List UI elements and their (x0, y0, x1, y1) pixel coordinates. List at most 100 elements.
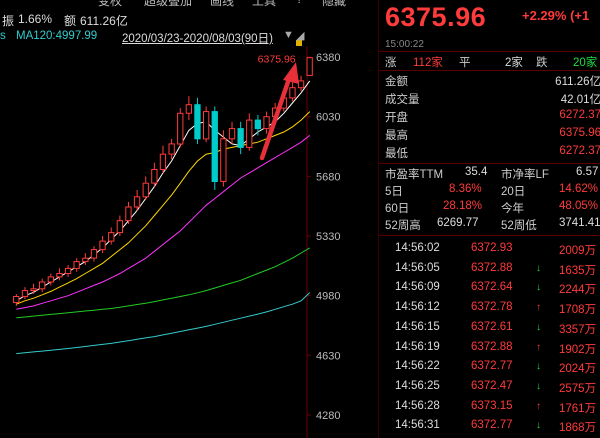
quote-row: 成交量 42.01亿 (379, 90, 600, 107)
up-arrow-icon: ↑ (536, 341, 541, 353)
amplitude-value: 1.66% (18, 12, 53, 26)
toolbar-btn-tools[interactable]: 工具 (252, 0, 276, 9)
trade-volume: 2009万 (559, 245, 597, 257)
toolbar-btn-adjust[interactable]: 变权 (98, 0, 122, 9)
d60-label: 60日 (385, 203, 410, 215)
up-arrow-icon: ↑ (536, 400, 541, 412)
up-arrow-icon: ↑ (536, 302, 541, 314)
toolbar-btn-draw[interactable]: 画线 (210, 0, 234, 9)
toolbar-btn-overlay[interactable]: 超级叠加 (144, 0, 192, 9)
candle-body (185, 104, 192, 114)
trade-time: 14:56:12 (395, 301, 440, 314)
trade-row: 14:56:09 6372.64 ↓ 2244万 (379, 279, 600, 297)
perf-row-2: 60日 28.18% 今年 48.05% (379, 199, 600, 216)
candle-body (90, 249, 98, 259)
ma-info-row: s MA120:4997.99 2020/03/23-2020/08/03(90… (0, 28, 378, 46)
candle-body (168, 143, 175, 155)
quote-row: 开盘 6272.37 (379, 108, 600, 125)
dropdown-triangle-icon[interactable]: ▼ (283, 29, 294, 41)
kline-chart-svg[interactable]: 6380 6030 5680 5330 4980 4630 4280 6375.96 (0, 0, 378, 438)
y-tick-label: 5330 (316, 231, 340, 243)
w52l-value: 3741.41 (559, 217, 600, 229)
trade-row: 14:56:25 6372.47 ↓ 2575万 (379, 378, 600, 396)
pb-value: 6.57 (576, 166, 599, 178)
candle-body (177, 112, 184, 145)
trade-volume: 1761万 (559, 402, 597, 415)
ma-line-ma120 (16, 292, 311, 355)
candle-body (82, 257, 89, 263)
quote-row-label: 金额 (385, 76, 408, 88)
trade-row: 14:56:19 6372.88 ↑ 1902万 (379, 339, 600, 357)
quote-row: 最低 6272.37 (379, 144, 600, 161)
trade-volume: 1868万 (559, 422, 597, 435)
trade-volume: 1902万 (559, 343, 597, 356)
trade-price: 6372.88 (471, 261, 513, 274)
trade-time: 14:56:09 (395, 281, 440, 294)
up-count: 112家 (413, 57, 443, 69)
trade-time: 14:56:28 (395, 399, 440, 412)
last-price-label: 6375.96 (258, 54, 296, 66)
trade-price: 6372.61 (471, 320, 513, 333)
trade-time: 14:56:31 (395, 419, 440, 432)
date-range[interactable]: 2020/03/23-2020/08/03(90日) (122, 30, 273, 46)
trade-price: 6372.47 (471, 379, 513, 392)
d20-value: 14.62% (559, 183, 599, 195)
quote-panel: 6375.96 +2.29% (+1 15:00:22 涨 112家 平 2家 … (378, 0, 600, 438)
candle-body (237, 128, 244, 148)
pe-label: 市盈率TTM (385, 169, 444, 181)
d5-label: 5日 (385, 186, 403, 198)
trade-time: 14:56:02 (395, 242, 440, 254)
down-arrow-icon: ↓ (536, 282, 541, 294)
quote-row-label: 开盘 (385, 112, 408, 124)
range-52w-row: 52周高 6269.77 52周低 3741.41 (379, 216, 600, 233)
trade-price: 6373.15 (471, 399, 513, 412)
trade-volume: 2575万 (559, 382, 597, 395)
toolbar-btn-hide[interactable]: 隐藏 (322, 0, 346, 9)
trade-price: 6372.77 (471, 360, 513, 373)
quote-row-label: 最高 (385, 130, 408, 142)
down-arrow-icon: ↓ (536, 262, 541, 274)
trade-row: 14:56:15 6372.61 ↓ 3357万 (379, 319, 600, 337)
flat-count: 2家 (505, 57, 523, 69)
w52l-label: 52周低 (501, 220, 537, 232)
trade-time: 14:56:19 (395, 340, 440, 353)
ytd-label: 今年 (501, 203, 524, 215)
trade-price: 6372.78 (471, 301, 513, 314)
price-change: +2.29% (+1 (522, 8, 590, 23)
kline-chart-panel[interactable]: 6380 6030 5680 5330 4980 4630 4280 6375.96 变权 超… (0, 0, 378, 438)
quote-row-value: 6272.37 (559, 109, 600, 121)
toolbar-btn-help[interactable]: ? (296, 0, 303, 6)
pe-value: 35.4 (465, 166, 488, 178)
d60-value: 28.18% (443, 200, 483, 212)
trade-price: 6372.64 (471, 281, 513, 294)
collapse-triangle-icon[interactable]: ◢ (296, 29, 304, 42)
valuation-row: 市盈率TTM 35.4 市净率LF 6.57 (379, 165, 600, 182)
candle-body (306, 57, 313, 76)
divider (379, 235, 600, 236)
trade-row: 14:56:12 6372.78 ↑ 1708万 (379, 299, 600, 317)
trade-row: 14:56:05 6372.88 ↓ 1635万 (379, 260, 600, 278)
candle-body (159, 153, 167, 170)
trade-price: 6372.93 (471, 242, 513, 254)
w52h-value: 6269.77 (437, 217, 479, 229)
trade-volume: 2024万 (559, 363, 597, 376)
quote-row-value: 42.01亿 (560, 94, 600, 106)
trade-time: 14:56:25 (395, 379, 440, 392)
y-tick-label: 6030 (316, 112, 340, 124)
ma120-label: MA120:4997.99 (16, 30, 98, 42)
price-header: 6375.96 +2.29% (+1 (379, 0, 600, 38)
quote-row: 最高 6375.96 (379, 126, 600, 143)
d5-value: 8.36% (449, 183, 482, 195)
candle-body (73, 261, 80, 269)
trade-row: 14:56:31 6372.77 ↓ 1868万 (379, 417, 600, 435)
down-arrow-icon: ↓ (536, 361, 541, 373)
ma-line-ma60 (16, 247, 310, 319)
ytd-value: 48.05% (559, 200, 599, 212)
candle-body (21, 290, 29, 298)
candle-body (289, 87, 296, 99)
trade-volume: 3357万 (559, 323, 597, 336)
ma-dot: s (0, 30, 6, 42)
pb-label: 市净率LF (501, 169, 549, 181)
current-price: 6375.96 (385, 2, 487, 32)
candle-body (246, 119, 253, 148)
